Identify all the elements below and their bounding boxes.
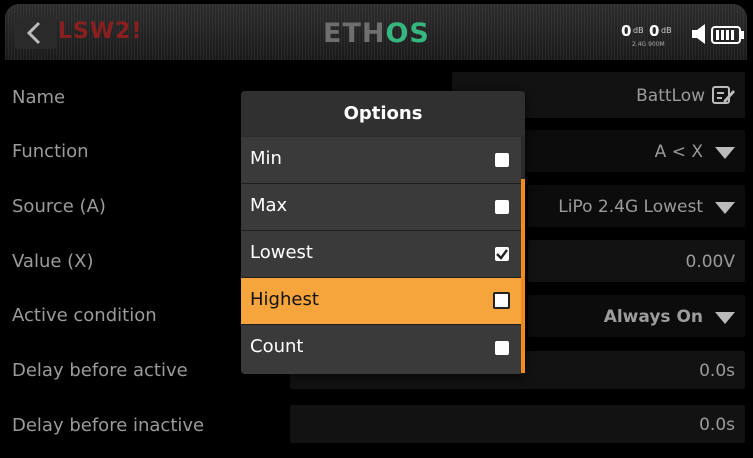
rf-unit-1: dB	[633, 26, 644, 35]
checkmark-icon	[496, 249, 508, 260]
option-lowest[interactable]: Lowest	[241, 231, 521, 277]
active-condition-select[interactable]: Always On	[528, 295, 745, 337]
option-label: Highest	[250, 289, 319, 310]
battery-icon	[711, 26, 744, 44]
edit-icon	[712, 86, 735, 104]
scrollbar[interactable]	[521, 179, 525, 373]
option-label: Max	[250, 195, 288, 216]
option-count[interactable]: Count	[241, 325, 521, 374]
rf-unit-2: dB	[661, 26, 672, 35]
checkbox[interactable]	[493, 292, 510, 309]
value-x-value: 0.00V	[685, 252, 735, 272]
status-area[interactable]: 0 dB 0 dB 2.4G 900M	[621, 22, 745, 48]
active-condition-value: Always On	[603, 307, 703, 327]
back-button[interactable]	[15, 17, 57, 49]
logo-part-2: OS	[385, 18, 430, 49]
row-label: Source (A)	[12, 196, 106, 217]
screen-title: LSW2!	[58, 19, 143, 44]
logo-part-1: ETH	[323, 18, 386, 49]
option-label: Count	[250, 336, 304, 357]
row-label: Function	[12, 141, 89, 162]
delay-active-value: 0.0s	[699, 361, 735, 381]
checkbox-checked[interactable]	[495, 247, 509, 261]
source-select[interactable]: LiPo 2.4G Lowest	[528, 185, 745, 227]
option-min[interactable]: Min	[241, 137, 521, 183]
dropdown-arrow-icon	[715, 312, 735, 324]
function-select[interactable]: A < X	[525, 130, 745, 172]
dialog-title: Options	[241, 91, 525, 136]
source-value: LiPo 2.4G Lowest	[558, 197, 703, 217]
dropdown-arrow-icon	[715, 147, 735, 159]
option-label: Min	[250, 148, 282, 169]
row-label: Delay before active	[12, 360, 188, 381]
option-max[interactable]: Max	[241, 184, 521, 230]
rf-band-label: 2.4G 900M	[632, 41, 665, 48]
delay-inactive-value: 0.0s	[699, 415, 735, 435]
delay-inactive-field[interactable]: 0.0s	[290, 405, 745, 443]
row-label: Name	[12, 87, 66, 108]
value-field[interactable]: 0.00V	[528, 240, 745, 282]
speaker-icon	[692, 24, 705, 44]
chevron-left-icon	[26, 21, 41, 45]
function-value: A < X	[654, 142, 703, 162]
options-dialog: Options Min Max Lowest Highest Count	[241, 91, 525, 374]
name-value: BattLow	[636, 86, 705, 106]
row-label: Value (X)	[12, 251, 94, 272]
checkbox[interactable]	[495, 341, 509, 355]
header-bar: LSW2! ETHOS 0 dB 0 dB 2.4G 900M	[5, 4, 747, 60]
option-label: Lowest	[250, 242, 313, 263]
row-label: Delay before inactive	[12, 415, 205, 436]
row-label: Active condition	[12, 305, 157, 326]
checkbox[interactable]	[495, 153, 509, 167]
rf-value-2: 0	[649, 22, 660, 40]
rf-value-1: 0	[621, 22, 632, 40]
checkbox[interactable]	[495, 200, 509, 214]
option-highest[interactable]: Highest	[241, 278, 521, 324]
row-delay-inactive: Delay before inactive 0.0s	[0, 399, 753, 454]
ethos-logo: ETHOS	[323, 18, 430, 49]
dropdown-arrow-icon	[715, 202, 735, 214]
screen: LSW2! ETHOS 0 dB 0 dB 2.4G 900M Name Bat…	[0, 0, 753, 458]
